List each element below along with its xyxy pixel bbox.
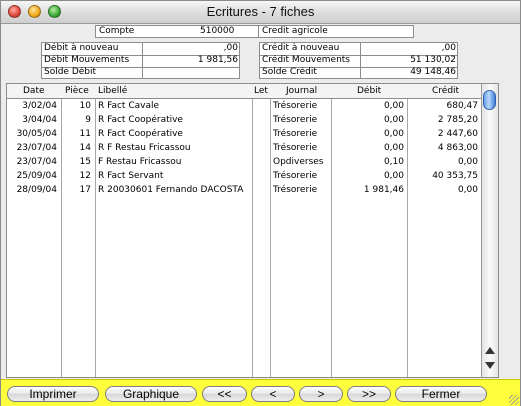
cell-debit: 0,00 xyxy=(383,101,404,111)
cell-label: R F Restau Fricassou xyxy=(98,143,191,153)
scroll-thumb[interactable] xyxy=(483,90,496,110)
credit-opening-label: Crédit à nouveau xyxy=(262,43,340,53)
cell-let xyxy=(254,127,268,141)
cell-let xyxy=(254,141,268,155)
first-record-button[interactable]: << xyxy=(202,386,247,402)
vertical-scrollbar[interactable] xyxy=(481,84,498,377)
cell-piece: 14 xyxy=(79,143,91,153)
cell-label: R Fact Cavale xyxy=(98,101,159,111)
credit-balance-value: 49 148,46 xyxy=(410,67,456,77)
cell-date: 23/07/04 xyxy=(16,143,57,153)
cell-label: R Fact Servant xyxy=(98,171,164,181)
cell-date: 3/02/04 xyxy=(22,101,57,111)
account-number: 510000 xyxy=(200,26,235,36)
cell-debit: 0,00 xyxy=(383,171,404,181)
cell-credit: 40 353,75 xyxy=(432,171,478,181)
table-row[interactable]: 28/09/04 17 R 20030601 Fernando DACOSTA Tré… xyxy=(7,183,482,197)
account-name: Credit agricole xyxy=(262,26,328,36)
debit-opening-label: Débit à nouveau xyxy=(44,43,119,53)
previous-record-button[interactable]: < xyxy=(251,386,295,402)
cell-credit: 0,00 xyxy=(457,157,478,167)
credit-opening-value: ,00 xyxy=(441,43,456,53)
cell-debit: 0,00 xyxy=(383,115,404,125)
debit-balance-value xyxy=(144,67,238,79)
cell-piece: 11 xyxy=(79,129,91,139)
close-button[interactable]: Fermer xyxy=(395,386,487,402)
table-row[interactable]: 23/07/04 14 R F Restau Fricassou Trésorerie… xyxy=(7,141,482,155)
cell-label: R Fact Coopérative xyxy=(98,115,183,125)
cell-piece: 10 xyxy=(79,101,91,111)
cell-date: 3/04/04 xyxy=(22,115,57,125)
cell-debit: 0,00 xyxy=(383,129,404,139)
resize-grip-icon[interactable] xyxy=(509,395,519,405)
last-record-button[interactable]: >> xyxy=(347,386,391,402)
cell-debit: 0,10 xyxy=(383,157,404,167)
cell-credit: 0,00 xyxy=(457,185,478,195)
cell-let xyxy=(254,183,268,197)
entries-table[interactable]: Date Pièce Libellé Let Journal Débit Cré… xyxy=(6,83,499,378)
cell-date: 30/05/04 xyxy=(16,129,57,139)
cell-credit: 2 785,20 xyxy=(437,115,478,125)
scroll-up-arrow-icon[interactable] xyxy=(485,347,495,354)
cell-credit: 680,47 xyxy=(446,101,479,111)
debit-summary: Débit à nouveau ,00 Débit Mouvements 1 9… xyxy=(41,42,240,79)
cell-journal: Trésorerie xyxy=(273,129,318,139)
cell-debit: 1 981,46 xyxy=(363,185,404,195)
column-header-credit[interactable]: Crédit xyxy=(432,84,459,98)
cell-let xyxy=(254,155,268,169)
cell-let xyxy=(254,99,268,113)
cell-piece: 17 xyxy=(79,185,91,195)
cell-debit: 0,00 xyxy=(383,143,404,153)
cell-label: R Fact Coopérative xyxy=(98,129,183,139)
cell-let xyxy=(254,169,268,183)
account-label: Compte xyxy=(99,26,135,36)
cell-credit: 2 447,60 xyxy=(437,129,478,139)
entries-window: Ecritures - 7 fiches Compte 510000 Credi… xyxy=(0,0,521,406)
cell-journal: Trésorerie xyxy=(273,101,318,111)
column-header-label[interactable]: Libellé xyxy=(98,84,127,98)
cell-piece: 9 xyxy=(85,115,91,125)
column-header-let[interactable]: Let xyxy=(254,84,268,98)
debit-movements-value: 1 981,56 xyxy=(197,55,238,65)
account-header: Compte 510000 Credit agricole xyxy=(95,25,414,38)
cell-journal: Trésorerie xyxy=(273,115,318,125)
window-title: Ecritures - 7 fiches xyxy=(206,4,315,19)
cell-credit: 4 863,00 xyxy=(437,143,478,153)
debit-balance-label: Solde Débit xyxy=(44,67,97,77)
cell-journal: Trésorerie xyxy=(273,143,318,153)
graph-button[interactable]: Graphique xyxy=(105,386,197,402)
table-row[interactable]: 30/05/04 11 R Fact Coopérative Trésorerie 0,… xyxy=(7,127,482,141)
table-row[interactable]: 25/09/04 12 R Fact Servant Trésorerie 0,00 40… xyxy=(7,169,482,183)
credit-movements-value: 51 130,02 xyxy=(410,55,456,65)
cell-date: 23/07/04 xyxy=(16,157,57,167)
title-bar[interactable]: Ecritures - 7 fiches xyxy=(1,1,520,24)
cell-let xyxy=(254,113,268,127)
print-button[interactable]: Imprimer xyxy=(7,386,99,402)
table-row[interactable]: 3/04/04 9 R Fact Coopérative Trésorerie 0,00… xyxy=(7,113,482,127)
credit-balance-label: Solde Crédit xyxy=(262,67,317,77)
table-row[interactable]: 23/07/04 15 F Restau Fricassou Opdiverses 0,… xyxy=(7,155,482,169)
credit-summary: Crédit à nouveau ,00 Crédit Mouvements 5… xyxy=(259,42,458,79)
cell-date: 25/09/04 xyxy=(16,171,57,181)
column-header-date[interactable]: Date xyxy=(23,84,45,98)
cell-journal: Trésorerie xyxy=(273,171,318,181)
column-header-piece[interactable]: Pièce xyxy=(65,84,89,98)
cell-journal: Opdiverses xyxy=(273,157,324,167)
cell-piece: 15 xyxy=(79,157,91,167)
column-header-debit[interactable]: Débit xyxy=(357,84,381,98)
cell-journal: Trésorerie xyxy=(273,185,318,195)
cell-label: R 20030601 Fernando DACOSTA xyxy=(98,185,244,195)
table-header: Date Pièce Libellé Let Journal Débit Cré… xyxy=(7,84,482,99)
button-bar: Imprimer Graphique << < > >> Fermer xyxy=(1,379,520,406)
scroll-down-arrow-icon[interactable] xyxy=(485,362,495,369)
next-record-button[interactable]: > xyxy=(299,386,343,402)
column-header-journal[interactable]: Journal xyxy=(286,84,317,98)
credit-movements-label: Crédit Mouvements xyxy=(262,55,350,65)
cell-piece: 12 xyxy=(79,171,91,181)
debit-movements-label: Débit Mouvements xyxy=(44,55,130,65)
table-row[interactable]: 3/02/04 10 R Fact Cavale Trésorerie 0,00 680,… xyxy=(7,99,482,113)
cell-date: 28/09/04 xyxy=(16,185,57,195)
cell-label: F Restau Fricassou xyxy=(98,157,182,167)
debit-opening-value: ,00 xyxy=(223,43,238,53)
